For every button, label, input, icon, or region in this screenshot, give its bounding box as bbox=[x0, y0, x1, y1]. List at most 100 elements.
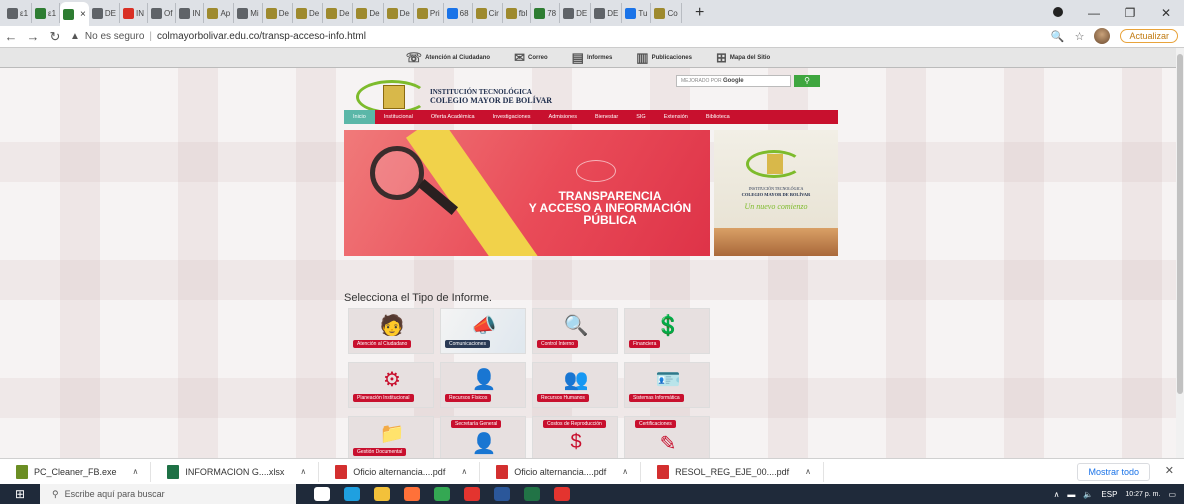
bookmark-star-icon[interactable]: ☆ bbox=[1075, 30, 1085, 43]
taskbar-search[interactable]: ⚲ Escribe aquí para buscar bbox=[40, 484, 296, 504]
browser-tab[interactable]: IN bbox=[120, 3, 148, 23]
tray-chevron-icon[interactable]: ∧ bbox=[1054, 490, 1060, 499]
topnav-informes[interactable]: ▤ Informes bbox=[572, 50, 613, 66]
browser-tab[interactable]: 78 bbox=[531, 3, 561, 23]
edge-icon[interactable] bbox=[344, 487, 360, 501]
menu-item[interactable]: Biblioteca bbox=[697, 110, 739, 124]
browser-tab[interactable]: Cir bbox=[473, 3, 503, 23]
report-tile[interactable]: 🔍 Control Interno bbox=[532, 308, 618, 354]
task-view-icon[interactable] bbox=[314, 487, 330, 501]
browser-tab[interactable]: × bbox=[60, 2, 89, 26]
chevron-up-icon[interactable]: ∧ bbox=[300, 467, 306, 476]
chevron-up-icon[interactable]: ∧ bbox=[622, 467, 628, 476]
excel-icon[interactable] bbox=[524, 487, 540, 501]
show-all-button[interactable]: Mostrar todo bbox=[1077, 463, 1150, 481]
menu-item[interactable]: Bienestar bbox=[586, 110, 627, 124]
profile-dot-icon[interactable] bbox=[1040, 6, 1076, 20]
chevron-up-icon[interactable]: ∧ bbox=[133, 467, 139, 476]
page-scrollbar[interactable] bbox=[1176, 48, 1184, 458]
minimize-button[interactable]: — bbox=[1076, 6, 1112, 20]
browser-tab[interactable]: ε1 bbox=[4, 3, 33, 23]
zoom-icon[interactable]: 🔍 bbox=[1051, 30, 1065, 43]
download-item[interactable]: RESOL_REG_EJE_00....pdf ∧ bbox=[641, 461, 825, 482]
file-explorer-icon[interactable] bbox=[374, 487, 390, 501]
word-icon[interactable] bbox=[494, 487, 510, 501]
browser-tab[interactable]: Pri bbox=[414, 3, 444, 23]
volume-icon[interactable]: 🔈 bbox=[1083, 490, 1093, 499]
browser-tab[interactable]: DE bbox=[591, 3, 623, 23]
download-item[interactable]: Oficio alternancia....pdf ∧ bbox=[319, 461, 481, 482]
topnav-atencion[interactable]: ☏ Atención al Ciudadano bbox=[406, 50, 490, 66]
topnav-correo[interactable]: ✉ Correo bbox=[514, 50, 548, 66]
report-tile[interactable]: 🪪 Sistemas Informática bbox=[624, 362, 710, 408]
report-tile[interactable]: ✎ Certificaciones bbox=[624, 416, 710, 458]
browser-tab[interactable]: De bbox=[323, 3, 354, 23]
network-icon[interactable]: ▬ bbox=[1067, 490, 1075, 499]
browser-tab[interactable]: fbl bbox=[503, 3, 532, 23]
download-item[interactable]: INFORMACION G....xlsx ∧ bbox=[151, 461, 320, 482]
report-tile[interactable]: 👤 Secretaría General bbox=[440, 416, 526, 458]
maximize-button[interactable]: ❐ bbox=[1112, 6, 1148, 20]
report-tile[interactable]: 📣 Comunicaciones bbox=[440, 308, 526, 354]
warning-icon[interactable]: ▲ bbox=[70, 31, 80, 42]
security-label[interactable]: No es seguro bbox=[85, 31, 144, 42]
browser-tab[interactable]: Mi bbox=[234, 3, 263, 23]
back-button[interactable]: ← bbox=[0, 29, 22, 44]
firefox-icon[interactable] bbox=[404, 487, 420, 501]
browser-tab[interactable]: Tu bbox=[622, 3, 652, 23]
browser-tab[interactable]: De bbox=[263, 3, 293, 23]
browser-tab[interactable]: De bbox=[384, 3, 414, 23]
menu-item[interactable]: Investigaciones bbox=[484, 110, 540, 124]
report-tile[interactable]: $ Costos de Reproducción bbox=[532, 416, 618, 458]
menu-item[interactable]: Extensión bbox=[655, 110, 697, 124]
browser-tab[interactable]: ε1 bbox=[32, 3, 61, 23]
browser-tab[interactable]: Co bbox=[651, 3, 682, 23]
forward-button[interactable]: → bbox=[22, 29, 44, 44]
chevron-up-icon[interactable]: ∧ bbox=[461, 467, 467, 476]
download-item[interactable]: Oficio alternancia....pdf ∧ bbox=[480, 461, 642, 482]
chrome-icon[interactable] bbox=[434, 487, 450, 501]
browser-tab[interactable]: Ap bbox=[204, 3, 235, 23]
browser-tab[interactable]: IN bbox=[176, 3, 205, 23]
chevron-up-icon[interactable]: ∧ bbox=[805, 467, 811, 476]
browser-tab[interactable]: DE bbox=[560, 3, 592, 23]
tab-close-icon[interactable]: × bbox=[80, 9, 86, 20]
report-tile[interactable]: 👤 Recursos Físicos bbox=[440, 362, 526, 408]
new-tab-button[interactable]: + bbox=[690, 4, 710, 22]
address-bar[interactable]: ▲ No es seguro | colmayorbolivar.edu.co/… bbox=[70, 28, 366, 46]
report-tile[interactable]: 🧑 Atención al Ciudadano bbox=[348, 308, 434, 354]
search-button[interactable]: ⚲ bbox=[794, 75, 820, 87]
notification-icon[interactable]: ▭ bbox=[1168, 490, 1176, 499]
browser-tab[interactable]: Of bbox=[148, 3, 177, 23]
topnav-publicaciones[interactable]: ▥ Publicaciones bbox=[636, 50, 692, 66]
menu-item[interactable]: SIG bbox=[627, 110, 654, 124]
browser-tab[interactable]: DE bbox=[89, 3, 120, 23]
menu-item[interactable]: Oferta Académica bbox=[422, 110, 484, 124]
browser-tab[interactable]: 68 bbox=[444, 3, 473, 23]
pdf-icon[interactable] bbox=[554, 487, 570, 501]
menu-item[interactable]: Admisiones bbox=[540, 110, 586, 124]
clock[interactable]: 10:27 p. m. bbox=[1125, 490, 1160, 499]
reload-button[interactable]: ↻ bbox=[44, 29, 66, 45]
url-text[interactable]: colmayorbolivar.edu.co/transp-acceso-inf… bbox=[157, 31, 366, 42]
close-window-button[interactable]: ✕ bbox=[1148, 6, 1184, 20]
close-downloads-icon[interactable]: ✕ bbox=[1165, 464, 1174, 477]
topnav-mapa[interactable]: ⊞ Mapa del Sitio bbox=[716, 50, 770, 66]
avatar[interactable] bbox=[1094, 28, 1111, 44]
report-tile[interactable]: 👥 Recursos Humanos bbox=[532, 362, 618, 408]
language-indicator[interactable]: ESP bbox=[1101, 490, 1117, 499]
browser-tab[interactable]: De bbox=[353, 3, 384, 23]
report-tile[interactable]: 💲 Financiera bbox=[624, 308, 710, 354]
report-tile[interactable]: 📁 Gestión Documental bbox=[348, 416, 434, 458]
menu-item[interactable]: Institucional bbox=[375, 110, 422, 124]
start-button[interactable]: ⊞ bbox=[0, 487, 40, 501]
browser-tab[interactable]: De bbox=[293, 3, 324, 23]
download-item[interactable]: PC_Cleaner_FB.exe ∧ bbox=[0, 461, 152, 482]
search-input[interactable]: MEJORADO POR Google bbox=[676, 75, 791, 87]
institution-logo[interactable] bbox=[356, 80, 428, 114]
acrobat-icon[interactable] bbox=[464, 487, 480, 501]
scrollbar-thumb[interactable] bbox=[1177, 54, 1183, 394]
update-button[interactable]: Actualizar bbox=[1120, 29, 1178, 43]
menu-item[interactable]: Inicio bbox=[344, 110, 375, 124]
report-tile[interactable]: ⚙ Planeación Institucional bbox=[348, 362, 434, 408]
